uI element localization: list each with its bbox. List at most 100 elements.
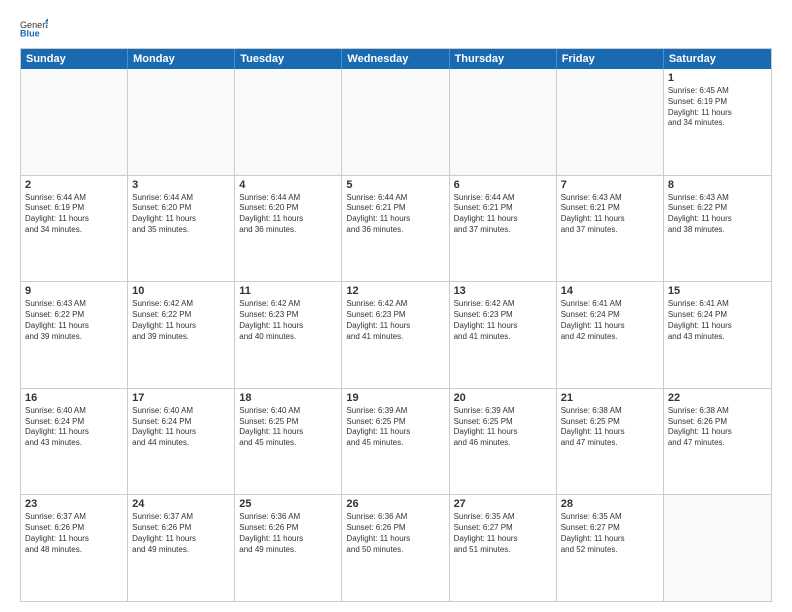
day-number: 10 [132, 285, 230, 297]
calendar-body: 1 Sunrise: 6:45 AM Sunset: 6:19 PM Daylig… [21, 69, 771, 601]
cal-cell-w3d6: 14 Sunrise: 6:41 AM Sunset: 6:24 PM Dayli… [557, 282, 664, 388]
col-header-saturday: Saturday [664, 49, 771, 69]
day-number: 16 [25, 392, 123, 404]
day-info: Sunrise: 6:40 AM Sunset: 6:25 PM Dayligh… [239, 406, 337, 449]
cal-cell-w4d7: 22 Sunrise: 6:38 AM Sunset: 6:26 PM Dayli… [664, 389, 771, 495]
cal-cell-w1d1 [21, 69, 128, 175]
day-info: Sunrise: 6:35 AM Sunset: 6:27 PM Dayligh… [561, 512, 659, 555]
cal-cell-w5d6: 28 Sunrise: 6:35 AM Sunset: 6:27 PM Dayli… [557, 495, 664, 601]
day-info: Sunrise: 6:42 AM Sunset: 6:22 PM Dayligh… [132, 299, 230, 342]
week-row-1: 1 Sunrise: 6:45 AM Sunset: 6:19 PM Daylig… [21, 69, 771, 176]
day-info: Sunrise: 6:42 AM Sunset: 6:23 PM Dayligh… [454, 299, 552, 342]
day-number: 7 [561, 179, 659, 191]
day-info: Sunrise: 6:43 AM Sunset: 6:22 PM Dayligh… [668, 193, 767, 236]
day-number: 8 [668, 179, 767, 191]
cal-cell-w2d6: 7 Sunrise: 6:43 AM Sunset: 6:21 PM Daylig… [557, 176, 664, 282]
day-number: 3 [132, 179, 230, 191]
day-info: Sunrise: 6:43 AM Sunset: 6:21 PM Dayligh… [561, 193, 659, 236]
cal-cell-w5d2: 24 Sunrise: 6:37 AM Sunset: 6:26 PM Dayli… [128, 495, 235, 601]
cal-cell-w5d3: 25 Sunrise: 6:36 AM Sunset: 6:26 PM Dayli… [235, 495, 342, 601]
day-number: 1 [668, 72, 767, 84]
cal-cell-w2d4: 5Sunrise: 6:44 AM Sunset: 6:21 PM Daylig… [342, 176, 449, 282]
cal-cell-w4d5: 20 Sunrise: 6:39 AM Sunset: 6:25 PM Dayli… [450, 389, 557, 495]
logo: General Blue [20, 18, 54, 38]
cal-cell-w3d7: 15 Sunrise: 6:41 AM Sunset: 6:24 PM Dayli… [664, 282, 771, 388]
day-info: Sunrise: 6:37 AM Sunset: 6:26 PM Dayligh… [132, 512, 230, 555]
calendar-page: General Blue SundayMondayTuesdayWednesda… [0, 0, 792, 612]
day-info: Sunrise: 6:36 AM Sunset: 6:26 PM Dayligh… [346, 512, 444, 555]
day-info: Sunrise: 6:42 AM Sunset: 6:23 PM Dayligh… [239, 299, 337, 342]
day-number: 12 [346, 285, 444, 297]
day-number: 21 [561, 392, 659, 404]
day-info: Sunrise: 6:42 AM Sunset: 6:23 PM Dayligh… [346, 299, 444, 342]
week-row-2: 2 Sunrise: 6:44 AM Sunset: 6:19 PM Daylig… [21, 176, 771, 283]
day-number: 11 [239, 285, 337, 297]
day-info: Sunrise: 6:44 AM Sunset: 6:20 PM Dayligh… [132, 193, 230, 236]
col-header-tuesday: Tuesday [235, 49, 342, 69]
cal-cell-w2d1: 2 Sunrise: 6:44 AM Sunset: 6:19 PM Daylig… [21, 176, 128, 282]
day-number: 25 [239, 498, 337, 510]
cal-cell-w1d5 [450, 69, 557, 175]
day-number: 4 [239, 179, 337, 191]
day-info: Sunrise: 6:36 AM Sunset: 6:26 PM Dayligh… [239, 512, 337, 555]
day-number: 28 [561, 498, 659, 510]
cal-cell-w3d4: 12 Sunrise: 6:42 AM Sunset: 6:23 PM Dayli… [342, 282, 449, 388]
cal-cell-w2d3: 4Sunrise: 6:44 AM Sunset: 6:20 PM Daylig… [235, 176, 342, 282]
cal-cell-w4d1: 16 Sunrise: 6:40 AM Sunset: 6:24 PM Dayli… [21, 389, 128, 495]
day-info: Sunrise: 6:35 AM Sunset: 6:27 PM Dayligh… [454, 512, 552, 555]
cal-cell-w3d3: 11 Sunrise: 6:42 AM Sunset: 6:23 PM Dayli… [235, 282, 342, 388]
col-header-wednesday: Wednesday [342, 49, 449, 69]
cal-cell-w2d5: 6Sunrise: 6:44 AM Sunset: 6:21 PM Daylig… [450, 176, 557, 282]
cal-cell-w3d2: 10 Sunrise: 6:42 AM Sunset: 6:22 PM Dayli… [128, 282, 235, 388]
col-header-monday: Monday [128, 49, 235, 69]
day-number: 2 [25, 179, 123, 191]
logo-icon: General Blue [20, 18, 48, 38]
day-info: Sunrise: 6:38 AM Sunset: 6:26 PM Dayligh… [668, 406, 767, 449]
col-header-sunday: Sunday [21, 49, 128, 69]
day-number: 26 [346, 498, 444, 510]
day-number: 27 [454, 498, 552, 510]
day-number: 18 [239, 392, 337, 404]
day-info: Sunrise: 6:39 AM Sunset: 6:25 PM Dayligh… [454, 406, 552, 449]
col-header-thursday: Thursday [450, 49, 557, 69]
day-info: Sunrise: 6:39 AM Sunset: 6:25 PM Dayligh… [346, 406, 444, 449]
cal-cell-w3d5: 13 Sunrise: 6:42 AM Sunset: 6:23 PM Dayli… [450, 282, 557, 388]
day-info: Sunrise: 6:41 AM Sunset: 6:24 PM Dayligh… [668, 299, 767, 342]
cal-cell-w2d2: 3 Sunrise: 6:44 AM Sunset: 6:20 PM Daylig… [128, 176, 235, 282]
day-number: 24 [132, 498, 230, 510]
day-info: Sunrise: 6:38 AM Sunset: 6:25 PM Dayligh… [561, 406, 659, 449]
cal-cell-w4d3: 18 Sunrise: 6:40 AM Sunset: 6:25 PM Dayli… [235, 389, 342, 495]
week-row-3: 9Sunrise: 6:43 AM Sunset: 6:22 PM Daylig… [21, 282, 771, 389]
cal-cell-w2d7: 8 Sunrise: 6:43 AM Sunset: 6:22 PM Daylig… [664, 176, 771, 282]
svg-text:Blue: Blue [20, 28, 40, 38]
cal-cell-w1d7: 1 Sunrise: 6:45 AM Sunset: 6:19 PM Daylig… [664, 69, 771, 175]
week-row-4: 16 Sunrise: 6:40 AM Sunset: 6:24 PM Dayli… [21, 389, 771, 496]
calendar-header-row: SundayMondayTuesdayWednesdayThursdayFrid… [21, 49, 771, 69]
day-number: 5 [346, 179, 444, 191]
cal-cell-w5d1: 23Sunrise: 6:37 AM Sunset: 6:26 PM Dayli… [21, 495, 128, 601]
day-number: 20 [454, 392, 552, 404]
day-info: Sunrise: 6:41 AM Sunset: 6:24 PM Dayligh… [561, 299, 659, 342]
cal-cell-w1d6 [557, 69, 664, 175]
day-number: 14 [561, 285, 659, 297]
page-header: General Blue [20, 18, 772, 38]
day-info: Sunrise: 6:40 AM Sunset: 6:24 PM Dayligh… [25, 406, 123, 449]
cal-cell-w1d4 [342, 69, 449, 175]
cal-cell-w4d2: 17Sunrise: 6:40 AM Sunset: 6:24 PM Dayli… [128, 389, 235, 495]
day-number: 15 [668, 285, 767, 297]
day-number: 6 [454, 179, 552, 191]
cal-cell-w4d4: 19Sunrise: 6:39 AM Sunset: 6:25 PM Dayli… [342, 389, 449, 495]
day-info: Sunrise: 6:43 AM Sunset: 6:22 PM Dayligh… [25, 299, 123, 342]
cal-cell-w1d3 [235, 69, 342, 175]
day-number: 17 [132, 392, 230, 404]
cal-cell-w4d6: 21 Sunrise: 6:38 AM Sunset: 6:25 PM Dayli… [557, 389, 664, 495]
col-header-friday: Friday [557, 49, 664, 69]
cal-cell-w3d1: 9Sunrise: 6:43 AM Sunset: 6:22 PM Daylig… [21, 282, 128, 388]
cal-cell-w5d5: 27 Sunrise: 6:35 AM Sunset: 6:27 PM Dayli… [450, 495, 557, 601]
cal-cell-w5d4: 26 Sunrise: 6:36 AM Sunset: 6:26 PM Dayli… [342, 495, 449, 601]
day-info: Sunrise: 6:45 AM Sunset: 6:19 PM Dayligh… [668, 86, 767, 129]
day-info: Sunrise: 6:44 AM Sunset: 6:19 PM Dayligh… [25, 193, 123, 236]
week-row-5: 23Sunrise: 6:37 AM Sunset: 6:26 PM Dayli… [21, 495, 771, 601]
day-number: 13 [454, 285, 552, 297]
day-number: 22 [668, 392, 767, 404]
